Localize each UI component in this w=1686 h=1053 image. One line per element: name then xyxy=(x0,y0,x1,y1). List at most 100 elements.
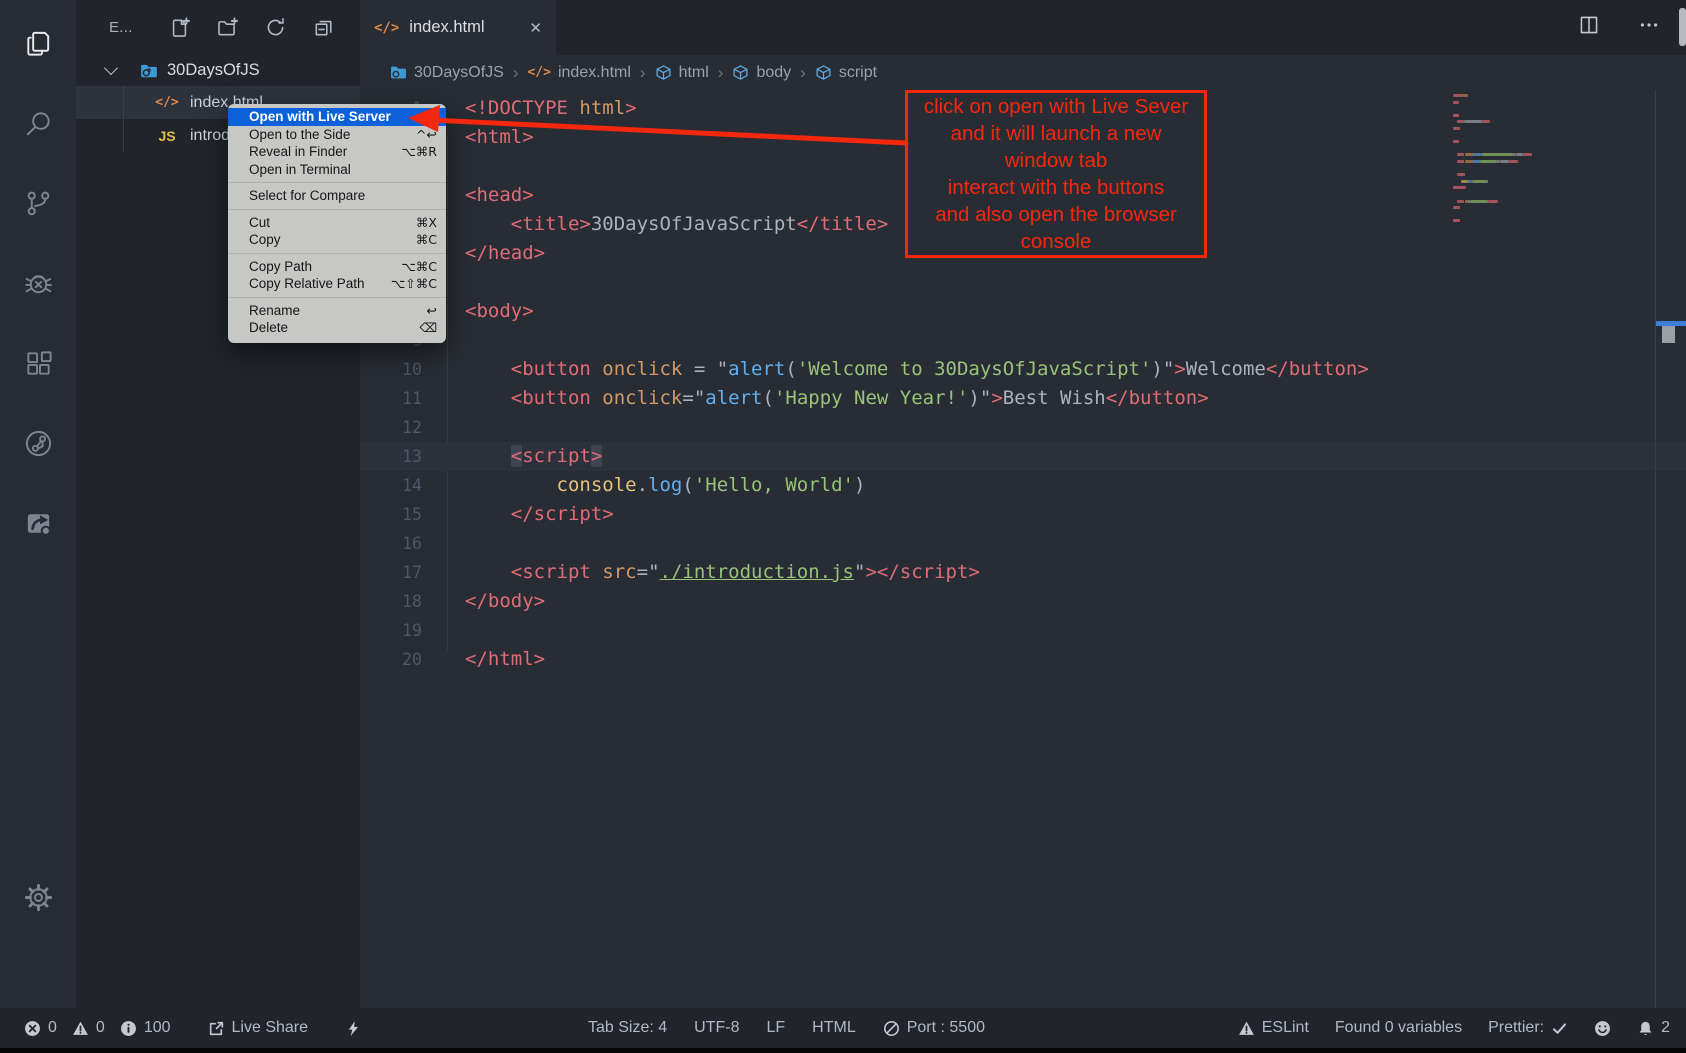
minimap-line xyxy=(1457,153,1464,156)
menu-item-open-in-terminal[interactable]: Open in Terminal xyxy=(228,161,446,179)
code-text: console.log('Hello, World') xyxy=(465,471,865,500)
error-circle-icon xyxy=(24,1020,41,1037)
status-lightning[interactable] xyxy=(345,1020,362,1037)
run-debug-icon[interactable] xyxy=(0,254,76,312)
minimap-line xyxy=(1523,153,1532,156)
collapse-folders-icon[interactable] xyxy=(313,17,334,38)
settings-gear-icon[interactable] xyxy=(0,868,76,926)
code-line-13[interactable]: 13 <script> xyxy=(360,442,1686,471)
code-line-12[interactable]: 12 xyxy=(360,413,1686,442)
menu-separator xyxy=(228,182,446,183)
code-line-16[interactable]: 16 xyxy=(360,529,1686,558)
status-smiley[interactable] xyxy=(1594,1020,1611,1037)
split-editor-icon[interactable] xyxy=(1578,14,1600,41)
code-text: <body> xyxy=(465,297,534,326)
annotation-text-line: click on open with Live Sever xyxy=(908,93,1204,120)
status-found-0-variables[interactable]: Found 0 variables xyxy=(1335,1019,1462,1037)
menu-item-cut[interactable]: Cut⌘X xyxy=(228,214,446,232)
menu-item-shortcut: ⌥⌘C xyxy=(401,259,437,274)
code-line-18[interactable]: 18</body> xyxy=(360,587,1686,616)
status-0[interactable]: 0 xyxy=(24,1019,57,1037)
minimap-line xyxy=(1457,200,1464,203)
symbol-cube-icon xyxy=(655,64,679,81)
minimap[interactable] xyxy=(1453,94,1545,246)
status-tab-size-4[interactable]: Tab Size: 4 xyxy=(588,1019,667,1037)
line-number: 11 xyxy=(360,384,422,413)
code-line-10[interactable]: 10 <button onclick = "alert('Welcome to … xyxy=(360,355,1686,384)
menu-item-copy-relative-path[interactable]: Copy Relative Path⌥⇧⌘C xyxy=(228,275,446,293)
annotation-text-line: and also open the browser xyxy=(908,201,1204,228)
code-line-9[interactable]: 9 xyxy=(360,326,1686,355)
status-label: Found 0 variables xyxy=(1335,1019,1462,1037)
menu-item-reveal-in-finder[interactable]: Reveal in Finder⌥⌘R xyxy=(228,143,446,161)
status-lf[interactable]: LF xyxy=(766,1019,785,1037)
breadcrumb-item-html[interactable]: html xyxy=(655,64,709,82)
tab-index-html[interactable]: </> index.html ✕ xyxy=(360,0,556,55)
html-file-icon: </> xyxy=(374,20,399,36)
minimap-line xyxy=(1509,160,1518,163)
minimap-line xyxy=(1480,160,1497,163)
new-folder-icon[interactable] xyxy=(217,17,238,38)
tree-indent-guide xyxy=(123,119,124,152)
menu-item-shortcut: ⌘C xyxy=(416,232,437,247)
status-label: Live Share xyxy=(232,1019,309,1037)
tab-title: index.html xyxy=(409,18,484,37)
line-number: 17 xyxy=(360,558,422,587)
minimap-line xyxy=(1465,153,1472,156)
status-0[interactable]: 0 xyxy=(72,1019,105,1037)
menu-item-open-with-live-server[interactable]: Open with Live Server xyxy=(228,108,446,126)
code-text: <button onclick = "alert('Welcome to 30D… xyxy=(465,355,1369,384)
status-html[interactable]: HTML xyxy=(812,1019,856,1037)
chevron-down-icon xyxy=(104,61,118,75)
status-port-5500[interactable]: Port : 5500 xyxy=(883,1019,985,1037)
code-text: <title>30DaysOfJavaScript</title> xyxy=(465,210,888,239)
code-line-15[interactable]: 15 </script> xyxy=(360,500,1686,529)
explorer-icon[interactable] xyxy=(0,14,76,72)
menu-item-delete[interactable]: Delete⌫ xyxy=(228,319,446,337)
tab-close-icon[interactable]: ✕ xyxy=(529,19,542,37)
code-line-19[interactable]: 19 xyxy=(360,616,1686,645)
live-share-icon[interactable] xyxy=(0,414,76,472)
breadcrumb-item-30daysofjs[interactable]: 30DaysOfJS xyxy=(390,64,504,82)
status-eslint[interactable]: ESLint xyxy=(1238,1019,1309,1037)
folder-row-30daysofjs[interactable]: 30DaysOfJS xyxy=(76,55,360,86)
status-utf-8[interactable]: UTF-8 xyxy=(694,1019,739,1037)
menu-item-open-to-the-side[interactable]: Open to the Side^↩ xyxy=(228,126,446,144)
code-line-7[interactable]: 7 xyxy=(360,268,1686,297)
bottom-edge-strip xyxy=(0,1048,1686,1053)
status-live-share[interactable]: Live Share xyxy=(208,1019,309,1037)
menu-item-label: Reveal in Finder xyxy=(249,144,389,159)
status-100[interactable]: 100 xyxy=(120,1019,171,1037)
status-left-group: 00 100 Live Share xyxy=(24,1008,362,1048)
line-number: 15 xyxy=(360,500,422,529)
code-line-11[interactable]: 11 <button onclick="alert('Happy New Yea… xyxy=(360,384,1686,413)
right-edge-scroll-strip xyxy=(1679,8,1686,46)
menu-item-copy-path[interactable]: Copy Path⌥⌘C xyxy=(228,258,446,276)
share-icon[interactable] xyxy=(0,494,76,552)
code-line-8[interactable]: 8<body> xyxy=(360,297,1686,326)
breadcrumb-item-script[interactable]: script xyxy=(815,64,877,82)
refresh-explorer-icon[interactable] xyxy=(265,17,286,38)
menu-item-select-for-compare[interactable]: Select for Compare xyxy=(228,187,446,205)
status-2[interactable]: 2 xyxy=(1637,1019,1670,1037)
status-prettier[interactable]: Prettier: xyxy=(1488,1019,1568,1037)
code-text: </html> xyxy=(465,645,545,674)
breadcrumb-label: 30DaysOfJS xyxy=(414,64,504,82)
menu-item-rename[interactable]: Rename↩ xyxy=(228,302,446,320)
breadcrumb-item-body[interactable]: body xyxy=(732,64,791,82)
code-line-20[interactable]: 20</html> xyxy=(360,645,1686,674)
menu-item-copy[interactable]: Copy⌘C xyxy=(228,231,446,249)
code-text: <head> xyxy=(465,181,534,210)
breadcrumb-item-index-html[interactable]: </>index.html xyxy=(527,64,630,82)
code-line-14[interactable]: 14 console.log('Hello, World') xyxy=(360,471,1686,500)
more-actions-icon[interactable] xyxy=(1638,14,1660,41)
code-line-17[interactable]: 17 <script src="./introduction.js"></scr… xyxy=(360,558,1686,587)
menu-item-shortcut: ⌘X xyxy=(416,215,437,230)
search-icon[interactable] xyxy=(0,94,76,152)
source-control-icon[interactable] xyxy=(0,174,76,232)
extensions-icon[interactable] xyxy=(0,334,76,392)
scrollbar-thumb[interactable] xyxy=(1662,326,1675,343)
breadcrumb-label: script xyxy=(839,64,877,82)
new-file-icon[interactable] xyxy=(169,17,190,38)
minimap-line xyxy=(1453,140,1459,143)
